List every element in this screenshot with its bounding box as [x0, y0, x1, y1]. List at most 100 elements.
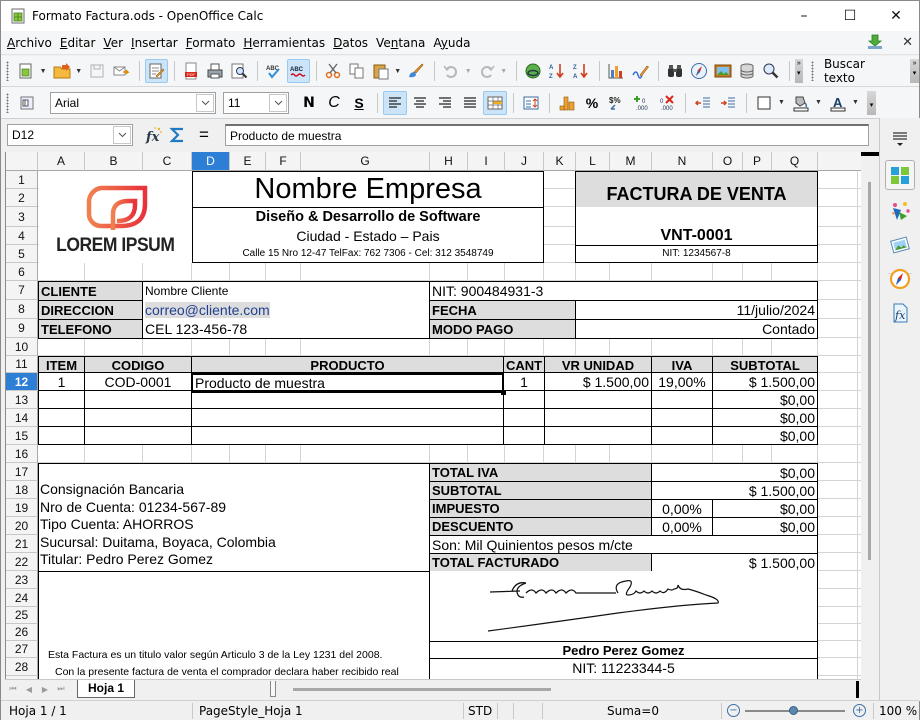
wrap-text-button[interactable] [519, 91, 543, 115]
item-cell-iva[interactable] [651, 408, 713, 427]
gallery-button[interactable] [712, 59, 735, 83]
row-header-19[interactable]: 19 [6, 499, 38, 517]
column-header-r[interactable] [818, 152, 861, 171]
selection-mode[interactable]: STD [468, 704, 492, 718]
row-header-22[interactable]: 22 [6, 553, 38, 571]
row-header-21[interactable]: 21 [6, 535, 38, 553]
sum-button[interactable] [167, 125, 189, 145]
redo-dropdown[interactable]: ▼ [499, 68, 508, 75]
column-header-c[interactable]: C [143, 152, 192, 171]
zoom-in-button[interactable]: + [853, 704, 866, 717]
column-header-a[interactable]: A [38, 152, 85, 171]
sidebar-navigator-button[interactable] [885, 264, 915, 294]
close-document-icon[interactable]: ✕ [902, 34, 913, 50]
align-right-button[interactable] [433, 91, 457, 115]
copy-button[interactable] [345, 59, 368, 83]
row-header-9[interactable]: 9 [6, 319, 38, 338]
column-header-g[interactable]: G [301, 152, 430, 171]
spreadsheet-grid[interactable]: ABCDEFGHIJKLMNOPQ 1 2 3 4 5 6 7 8 9 10 11 12 13 14 15 1… [5, 152, 861, 679]
italic-button[interactable]: C [322, 91, 346, 115]
item-cell-cant[interactable] [503, 426, 545, 445]
subtotal-value[interactable]: $ 1.500,00 [651, 481, 818, 500]
merge-cells-button[interactable] [483, 90, 507, 115]
sort-ascending-button[interactable]: AZ [546, 59, 569, 83]
telefono-value[interactable]: CEL 123-456-78 [143, 319, 430, 339]
item-cell-subtotal[interactable]: $0,00 [712, 390, 818, 409]
save-button[interactable] [86, 59, 109, 83]
row-header-17[interactable]: 17 [6, 463, 38, 481]
undo-dropdown[interactable]: ▼ [464, 68, 473, 75]
toolbar-grip[interactable] [6, 92, 9, 113]
spellcheck-button[interactable]: ABC [263, 59, 286, 83]
direccion-value-cell[interactable]: correo@cliente.com [143, 300, 430, 320]
vertical-scroll-thumb[interactable] [868, 182, 871, 560]
item-cell-codigo[interactable] [84, 426, 192, 445]
menu-datos[interactable]: Datos [333, 36, 368, 50]
underline-button[interactable]: S [347, 91, 371, 115]
sheet-tab-hoja-1[interactable]: Hoja 1 [77, 680, 136, 698]
item-cell-codigo[interactable] [84, 390, 192, 409]
font-color-dropdown[interactable]: ▼ [851, 99, 860, 106]
row-header-28[interactable]: 28 [6, 658, 38, 676]
menu-ver[interactable]: Ver [103, 36, 123, 50]
item-cell-producto[interactable] [191, 426, 504, 445]
item-cell-item[interactable] [38, 408, 85, 427]
export-pdf-button[interactable]: PDF [180, 59, 203, 83]
draw-functions-button[interactable] [629, 59, 652, 83]
fill-handle[interactable] [501, 390, 506, 395]
tab-split-handle[interactable] [270, 681, 276, 697]
previous-sheet-button[interactable]: ◀ [23, 683, 35, 695]
item-cell-subtotal[interactable]: $0,00 [712, 426, 818, 445]
sidebar-menu-button[interactable] [885, 124, 915, 154]
amount-in-words[interactable]: Son: Mil Quinientos pesos m/cte [429, 535, 818, 554]
data-sources-button[interactable] [736, 59, 759, 83]
row-header-26[interactable]: 26 [6, 624, 38, 641]
borders-button[interactable] [752, 91, 776, 115]
zoom-slider-handle[interactable] [789, 706, 798, 715]
column-header-n[interactable]: N [652, 152, 713, 171]
sort-descending-button[interactable]: ZA [570, 59, 593, 83]
find-toolbar-overflow-button[interactable]: » ▾ [910, 59, 919, 83]
column-header-e[interactable]: E [230, 152, 266, 171]
menu-ayuda[interactable]: Ayuda [433, 36, 470, 50]
direccion-value[interactable]: correo@cliente.com [145, 301, 270, 318]
zoom-button[interactable] [760, 59, 783, 83]
select-all-corner[interactable] [6, 152, 38, 171]
styles-button[interactable] [15, 91, 39, 115]
borders-dropdown[interactable]: ▼ [777, 99, 786, 106]
split-handle[interactable] [861, 152, 879, 156]
item-cell-item[interactable]: 1 [38, 372, 85, 391]
column-header-f[interactable]: F [266, 152, 301, 171]
menu-editar[interactable]: Editar [60, 36, 96, 50]
chevron-down-icon[interactable] [269, 93, 287, 112]
clone-formatting-button[interactable] [405, 59, 428, 83]
sidebar-styles-button[interactable] [885, 196, 915, 226]
item-cell-vr-unidad[interactable] [544, 408, 652, 427]
row-header-1[interactable]: 1 [6, 171, 38, 189]
open-dropdown[interactable]: ▼ [74, 68, 83, 75]
fecha-value[interactable]: 11/julio/2024 [575, 300, 818, 320]
row-header-24[interactable]: 24 [6, 589, 38, 607]
total-iva-value[interactable]: $0,00 [651, 463, 818, 482]
print-preview-button[interactable] [228, 59, 251, 83]
item-cell-cant[interactable] [503, 390, 545, 409]
page-style[interactable]: PageStyle_Hoja 1 [199, 704, 303, 718]
item-cell-codigo[interactable]: COD-0001 [84, 372, 192, 391]
item-cell-cant[interactable]: 1 [503, 372, 545, 391]
email-button[interactable] [110, 59, 133, 83]
menu-archivo[interactable]: Archivo [7, 36, 52, 50]
item-cell-iva[interactable] [651, 426, 713, 445]
delete-decimal-button[interactable]: 0.000 [655, 91, 679, 115]
percent-format-button[interactable]: % [580, 91, 604, 115]
insert-chart-button[interactable] [605, 59, 628, 83]
font-size-combo[interactable]: 11 [223, 91, 289, 114]
function-button[interactable]: = [193, 125, 215, 145]
sidebar-gallery-button[interactable] [885, 230, 915, 260]
cliente-value[interactable]: Nombre Cliente [143, 281, 430, 301]
item-cell-iva[interactable]: 19,00% [651, 372, 713, 391]
column-header-l[interactable]: L [576, 152, 610, 171]
cliente-nit[interactable]: NIT: 900484931-3 [429, 281, 818, 301]
column-header-b[interactable]: B [85, 152, 143, 171]
item-cell-subtotal[interactable]: $ 1.500,00 [712, 372, 818, 391]
row-header-15[interactable]: 15 [6, 427, 38, 445]
